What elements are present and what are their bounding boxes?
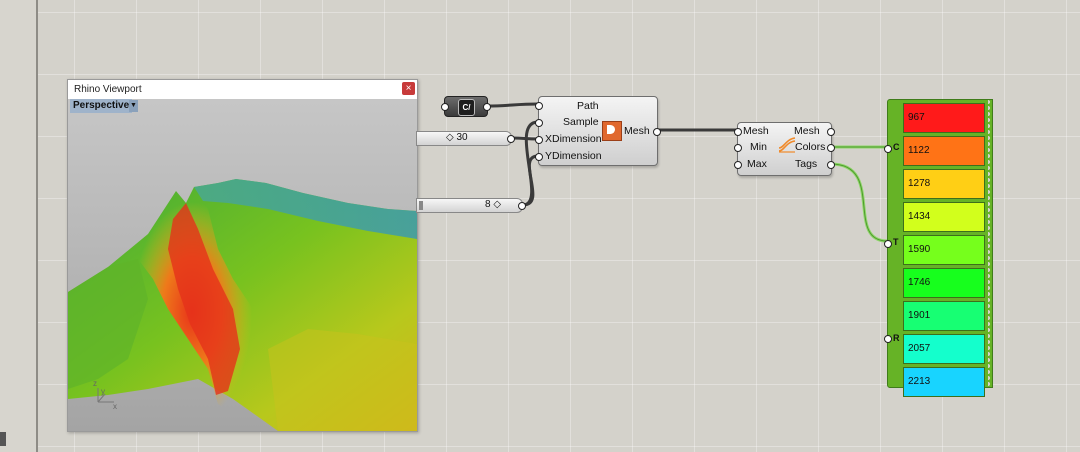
viewport-view-label[interactable]: Perspective [70, 99, 133, 113]
legend-item: 1590 [903, 235, 985, 265]
legend-item: 967 [903, 103, 985, 133]
file-path-param[interactable]: C/ [441, 96, 491, 117]
gradient-icon [778, 137, 796, 153]
wire-path [486, 102, 539, 108]
legend-zigzag-edge [988, 99, 994, 386]
port-mesh-out[interactable] [653, 128, 661, 136]
legend-port-c: C [893, 142, 900, 152]
port-path[interactable] [535, 102, 543, 110]
image-mesh-icon [602, 121, 622, 141]
wire-tags-core [830, 163, 888, 242]
slider-y-value-text: 8 [485, 199, 491, 210]
port-ydimension[interactable] [535, 153, 543, 161]
slider-y-dimension[interactable]: 8 ◇ [416, 198, 526, 213]
legend-item: 1122 [903, 136, 985, 166]
axis-gizmo-icon [97, 388, 114, 403]
terrain-mesh [68, 179, 417, 431]
output-mesh-label-2: Mesh [794, 125, 820, 137]
viewport-titlebar[interactable]: Rhino Viewport × [68, 80, 417, 99]
legend-item: 2057 [903, 334, 985, 364]
rhino-viewport-window[interactable]: Rhino Viewport × Perspective ▼ z y x [67, 79, 418, 432]
port-mesh-out-2[interactable] [827, 128, 835, 136]
path-param-input-port[interactable] [441, 103, 449, 111]
legend-port-t-dot[interactable] [884, 240, 892, 248]
port-min[interactable] [734, 144, 742, 152]
wire-tags [830, 162, 888, 243]
slider-y-value[interactable]: 8 ◇ [485, 199, 501, 210]
input-path-label: Path [577, 100, 599, 112]
input-min-label: Min [750, 141, 767, 153]
input-sample-label: Sample [563, 116, 599, 128]
slider-x-output-port[interactable] [507, 135, 515, 143]
canvas-left-edge [0, 0, 38, 452]
port-mesh-in[interactable] [734, 128, 742, 136]
input-mesh-label: Mesh [743, 125, 769, 137]
port-sample[interactable] [535, 119, 543, 127]
path-param-output-port[interactable] [483, 103, 491, 111]
port-colors-out[interactable] [827, 144, 835, 152]
legend-item: 1434 [903, 202, 985, 232]
close-icon[interactable]: × [402, 82, 415, 95]
wire-slider-y-ydim [522, 154, 539, 207]
legend-port-r: R [893, 333, 900, 343]
port-max[interactable] [734, 161, 742, 169]
legend-item: 2213 [903, 367, 985, 397]
viewport-title: Rhino Viewport [74, 84, 142, 95]
wire-slider-y-sample [522, 120, 539, 207]
port-tags-out[interactable] [827, 161, 835, 169]
input-max-label: Max [747, 158, 767, 170]
viewport-canvas[interactable]: Perspective ▼ z y x [68, 99, 417, 431]
legend-port-t: T [893, 237, 899, 247]
slider-y-output-port[interactable] [518, 202, 526, 210]
image-mesh-component[interactable]: Path Sample XDimension YDimension Mesh [535, 96, 661, 166]
canvas-left-tab[interactable] [0, 432, 6, 446]
slider-x-value[interactable]: ◇ 30 [446, 132, 468, 143]
legend-port-c-dot[interactable] [884, 145, 892, 153]
slider-x-dimension[interactable]: ◇ 30 [416, 131, 515, 146]
output-colors-label: Colors [795, 141, 826, 153]
legend-item: 1901 [903, 301, 985, 331]
slider-y-grip[interactable] [419, 201, 423, 210]
chevron-down-icon[interactable]: ▼ [129, 100, 138, 112]
terrain-lower-right [268, 329, 417, 431]
output-tags-label: Tags [795, 158, 818, 170]
legend-item: 1278 [903, 169, 985, 199]
port-xdimension[interactable] [535, 136, 543, 144]
file-path-icon: C/ [458, 99, 475, 116]
input-xdimension-label: XDimension [545, 133, 602, 145]
gradient-component[interactable]: Mesh Min Max Mesh Colors Tags [734, 122, 835, 176]
legend-list: 967 1122 1278 1434 1590 1746 1901 2057 2213 [903, 103, 985, 400]
output-mesh-label: Mesh [624, 125, 650, 137]
slider-x-value-text: 30 [456, 132, 468, 143]
legend-item: 1746 [903, 268, 985, 298]
legend-port-r-dot[interactable] [884, 335, 892, 343]
input-ydimension-label: YDimension [545, 150, 602, 162]
